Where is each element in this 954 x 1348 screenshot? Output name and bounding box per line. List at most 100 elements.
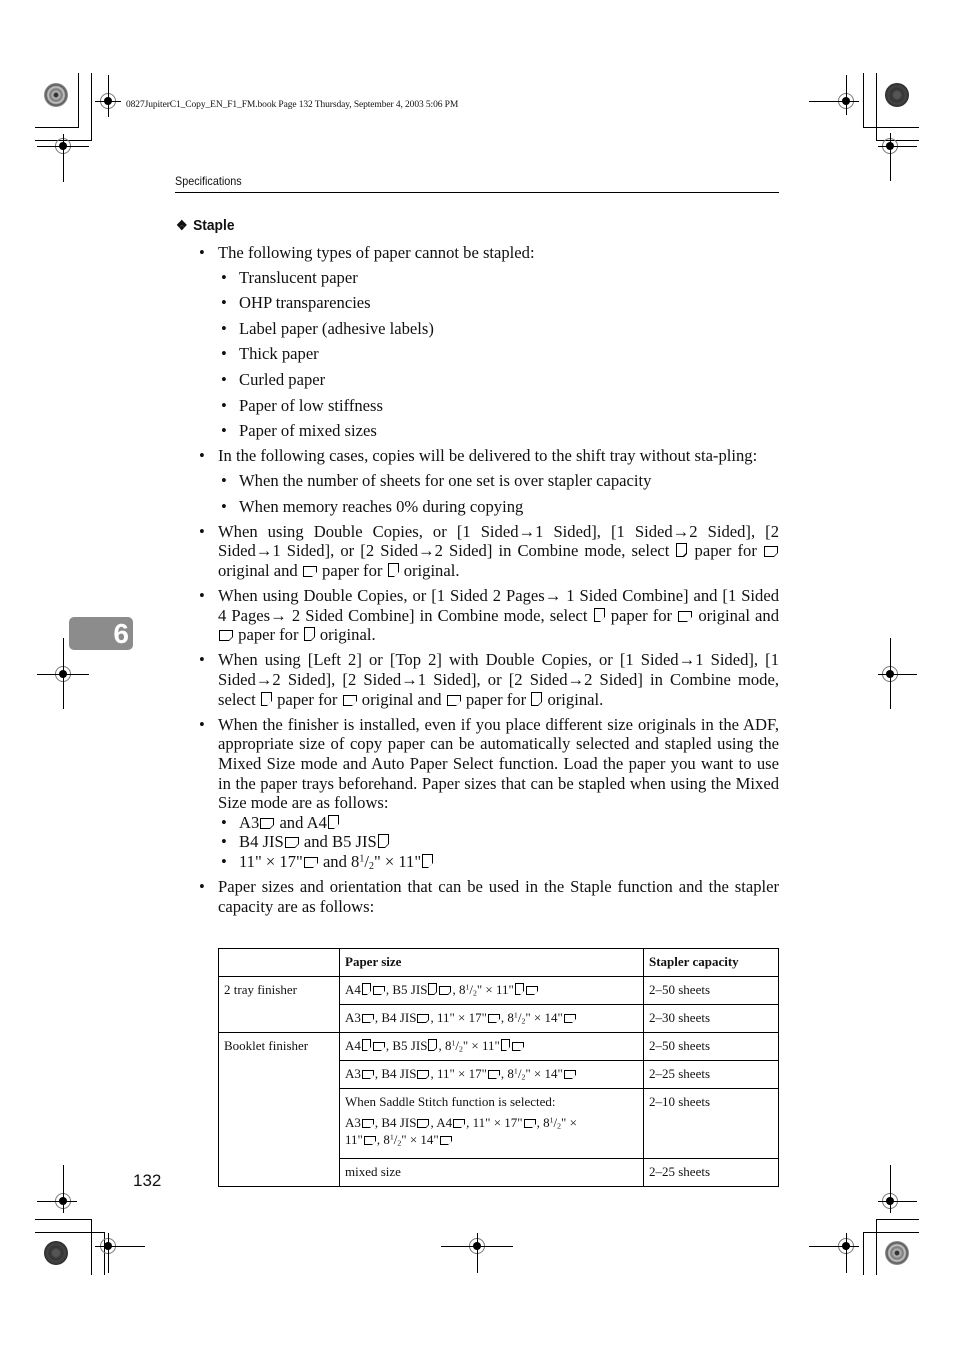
text-run: A4 [345, 982, 361, 997]
portrait-paper-icon [387, 562, 399, 578]
text-run: original. [403, 560, 460, 580]
crop-mark [876, 73, 877, 141]
portrait-paper-icon [514, 983, 525, 996]
sub-list-item: Label paper (adhesive labels) [218, 319, 779, 339]
text-run: 11" × 17" [436, 1010, 487, 1025]
section-title-text: Staple [193, 217, 235, 234]
list-item: When using Double Copies, or [1 Sided→1 … [197, 522, 779, 581]
capacity-cell: 2–25 sheets [643, 1158, 779, 1187]
text-run: and A4 [279, 812, 327, 832]
text-run: " × 11" [373, 852, 422, 871]
landscape-paper-icon [525, 986, 539, 996]
landscape-paper-icon [563, 1014, 577, 1024]
list-item: In the following cases, copies will be d… [197, 446, 779, 516]
sub-list-item: Paper of low stiffness [218, 396, 779, 416]
portrait-paper-icon [260, 691, 273, 706]
book-info: 0827JupiterC1_Copy_EN_F1_FM.book Page 13… [126, 100, 459, 110]
color-target-icon [44, 1241, 68, 1265]
landscape-paper-icon [361, 1070, 375, 1080]
page-number: 132 [133, 1171, 162, 1190]
crop-mark [78, 73, 79, 128]
landscape-paper-icon [678, 610, 693, 622]
landscape-paper-icon [260, 817, 275, 830]
crop-mark [35, 127, 79, 128]
portrait-paper-icon [303, 627, 315, 642]
text-run: and 8 [322, 852, 360, 871]
text-run: A3 [239, 812, 260, 832]
list-item-text: In the following cases, copies will be d… [218, 446, 758, 466]
landscape-paper-icon [439, 986, 452, 996]
crop-mark [63, 638, 64, 709]
text-run: B4 JIS [381, 1066, 417, 1081]
text-run: original. [547, 689, 604, 709]
text-run: original and [698, 605, 779, 625]
capacity-cell: 2–50 sheets [643, 976, 779, 1005]
landscape-paper-icon [342, 694, 357, 706]
sub-list-item: OHP transparencies [218, 293, 779, 313]
portrait-paper-icon [531, 691, 543, 706]
text-run: When using Double Copies, or [1 Sided 2 … [218, 586, 779, 625]
landscape-paper-icon [487, 1070, 501, 1080]
landscape-paper-icon [303, 857, 319, 869]
crop-mark [863, 1232, 864, 1275]
text-run: A3 [345, 1115, 361, 1130]
sub-list-item: Translucent paper [218, 268, 779, 288]
paper-size-cell: mixed size [339, 1158, 644, 1187]
crop-mark [809, 1246, 859, 1247]
text-run: " × 14" [525, 1010, 563, 1025]
list-item-text: The following types of paper cannot be s… [218, 243, 535, 262]
sub-list-item: 11" × 17" and 81/2" × 11" [218, 852, 779, 872]
table-row: Booklet finisher A4, B5 JIS, 81/2" × 11"… [218, 1032, 779, 1187]
crop-mark [846, 1233, 847, 1273]
crop-mark [890, 638, 891, 709]
list-item: The following types of paper cannot be s… [197, 243, 779, 441]
text-run: and B5 JIS [303, 832, 377, 852]
text-run: original. [319, 625, 376, 645]
header-rule [175, 192, 779, 193]
text-run: paper for [277, 689, 338, 709]
crop-mark [878, 674, 917, 675]
crop-mark [876, 1219, 877, 1275]
portrait-paper-icon [593, 607, 605, 622]
portrait-paper-icon [428, 983, 438, 996]
text-run: B4 JIS [239, 832, 284, 852]
text-run: paper for [465, 689, 527, 709]
portrait-paper-icon [500, 1039, 511, 1052]
paper-size-cell: When Saddle Stitch function is selected:… [339, 1088, 644, 1159]
color-target-icon [885, 1241, 909, 1265]
sub-list-item: Curled paper [218, 370, 779, 390]
text-run: 11" × 17" [436, 1066, 487, 1081]
table-header: Paper size [339, 948, 644, 977]
text-run: " × 14" [525, 1066, 563, 1081]
sub-list-item: B4 JIS and B5 JIS [218, 832, 779, 852]
crop-mark [37, 1201, 77, 1202]
finisher-type-cell: Booklet finisher [218, 1032, 340, 1187]
text-run: paper for [322, 560, 383, 580]
table-header [218, 948, 340, 977]
sub-list-item: When memory reaches 0% during copying [218, 497, 779, 517]
landscape-paper-icon [563, 1070, 577, 1080]
crop-mark [863, 1232, 919, 1233]
crop-mark [35, 1219, 92, 1220]
sub-list: Translucent paper OHP transparencies Lab… [218, 268, 779, 441]
crop-mark [108, 1233, 109, 1273]
text-run: 11" × 17" [239, 852, 303, 871]
text-run: A3 [345, 1010, 361, 1025]
landscape-paper-icon [284, 837, 300, 849]
crop-mark [35, 1232, 105, 1233]
text-run: A3 [345, 1066, 361, 1081]
portrait-paper-icon [327, 814, 340, 830]
section-title: ❖ Staple [176, 217, 234, 234]
paper-size-cell: A3, B4 JIS, 11" × 17", 81/2" × 14" [339, 1004, 644, 1033]
text-run: paper for [238, 625, 299, 645]
text-run: paper for [610, 605, 673, 625]
sub-list-item: A3 and A4 [218, 813, 779, 833]
capacity-cell: 2–50 sheets [643, 1032, 779, 1061]
crop-mark [108, 75, 109, 117]
list-item: When using [Left 2] or [Top 2] with Doub… [197, 650, 779, 709]
portrait-paper-icon [361, 1039, 372, 1052]
content: The following types of paper cannot be s… [197, 243, 779, 922]
crop-mark [477, 1233, 478, 1273]
portrait-paper-icon [676, 543, 688, 558]
sub-list: A3 and A4 B4 JIS and B5 JIS 11" × 17" an… [218, 813, 779, 872]
